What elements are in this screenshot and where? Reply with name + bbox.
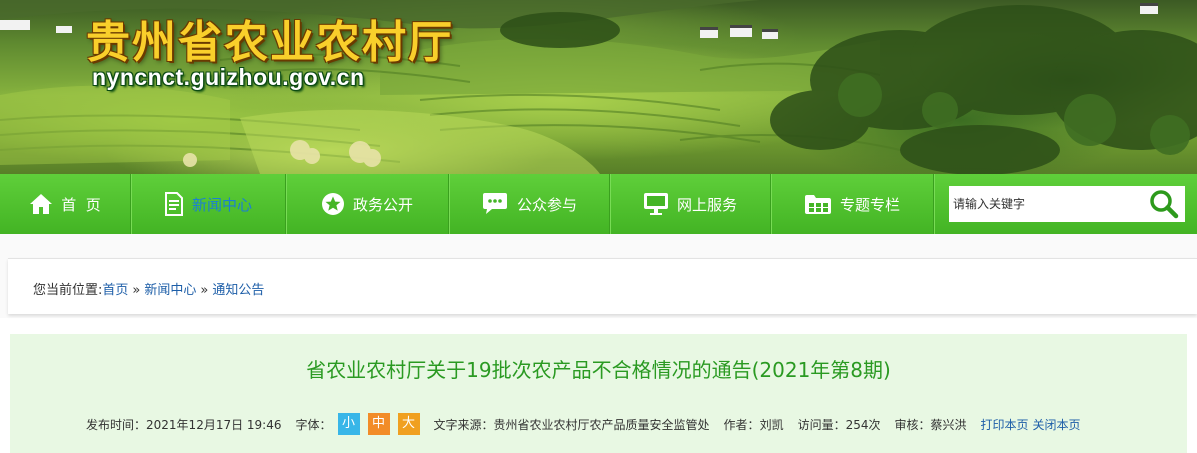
home-icon xyxy=(30,194,53,214)
views-count: 254次 xyxy=(845,417,881,432)
nav-label-home: 首 页 xyxy=(61,195,101,214)
nav-label-online-services: 网上服务 xyxy=(676,195,737,214)
nav-item-home[interactable]: 首 页 xyxy=(0,174,130,234)
reviewer-label: 审核： xyxy=(894,417,931,432)
site-url: nyncnct.guizhou.gov.cn xyxy=(92,64,365,90)
nav-label-special-topics: 专题专栏 xyxy=(839,195,900,214)
star-icon xyxy=(321,193,344,215)
nav-item-public-participation[interactable]: 公众参与 xyxy=(449,174,609,234)
source: 贵州省农业农村厅农产品质量安全监管处 xyxy=(493,417,710,432)
search-box xyxy=(949,186,1185,222)
document-icon xyxy=(164,192,183,216)
monitor-icon xyxy=(643,193,668,215)
folder-grid-icon xyxy=(804,195,831,214)
nav-divider xyxy=(933,174,934,234)
site-title: 贵州省农业农村厅 xyxy=(86,17,454,68)
nav-item-news[interactable]: 新闻中心 xyxy=(131,174,285,234)
source-label: 文字来源： xyxy=(433,417,494,432)
breadcrumb-link-home[interactable]: 首页 xyxy=(102,283,128,298)
nav-label-public-participation: 公众参与 xyxy=(516,195,577,214)
search-icon[interactable] xyxy=(1149,189,1179,219)
print-page-link[interactable]: 打印本页 xyxy=(981,416,1029,433)
search-input[interactable] xyxy=(949,186,1143,222)
article-title: 省农业农村厅关于19批次农产品不合格情况的通告(2021年第8期) xyxy=(306,358,891,382)
nav-label-gov-affairs: 政务公开 xyxy=(352,195,413,214)
main-nav: 首 页 新闻中心 政务公开 公众参与 网上服务 专题专栏 请输入关键字 xyxy=(0,174,1197,234)
close-page-link[interactable]: 关闭本页 xyxy=(1033,416,1081,433)
publish-time-label: 发布时间： xyxy=(86,417,147,432)
article-header: 省农业农村厅关于19批次农产品不合格情况的通告(2021年第8期) 发布时间： … xyxy=(10,334,1187,453)
font-size-large-button[interactable]: 大 xyxy=(397,413,420,435)
font-size-medium-button[interactable]: 中 xyxy=(367,413,390,435)
author: 刘凯 xyxy=(759,417,784,432)
breadcrumb-separator: » xyxy=(200,283,209,298)
font-size-small-button[interactable]: 小 xyxy=(337,413,360,435)
article-meta: 发布时间： 2021年12月17日 19:46 字体： 小 中 大 文字来源： … xyxy=(86,412,1081,436)
breadcrumb-prefix: 您当前位置: xyxy=(33,283,103,298)
breadcrumb-link-news[interactable]: 新闻中心 xyxy=(144,283,196,298)
author-label: 作者： xyxy=(723,417,760,432)
nav-label-news: 新闻中心 xyxy=(191,195,252,214)
header-banner: 贵州省农业农村厅 nyncnct.guizhou.gov.cn xyxy=(0,0,1197,174)
reviewer: 蔡兴洪 xyxy=(930,417,967,432)
breadcrumb-link-notices[interactable]: 通知公告 xyxy=(212,283,264,298)
breadcrumb: 您当前位置:首页» 新闻中心» 通知公告 xyxy=(33,279,264,298)
font-size-label: 字体： xyxy=(295,417,332,432)
breadcrumb-separator: » xyxy=(132,283,141,298)
breadcrumb-section: 您当前位置:首页» 新闻中心» 通知公告 xyxy=(0,234,1197,318)
nav-item-special-topics[interactable]: 专题专栏 xyxy=(771,174,933,234)
publish-time: 2021年12月17日 19:46 xyxy=(146,417,282,432)
nav-item-gov-affairs[interactable]: 政务公开 xyxy=(286,174,448,234)
views-label: 访问量： xyxy=(797,417,846,432)
chat-bubble-icon xyxy=(482,193,507,214)
nav-item-online-services[interactable]: 网上服务 xyxy=(610,174,770,234)
breadcrumb-card: 您当前位置:首页» 新闻中心» 通知公告 xyxy=(8,258,1197,314)
